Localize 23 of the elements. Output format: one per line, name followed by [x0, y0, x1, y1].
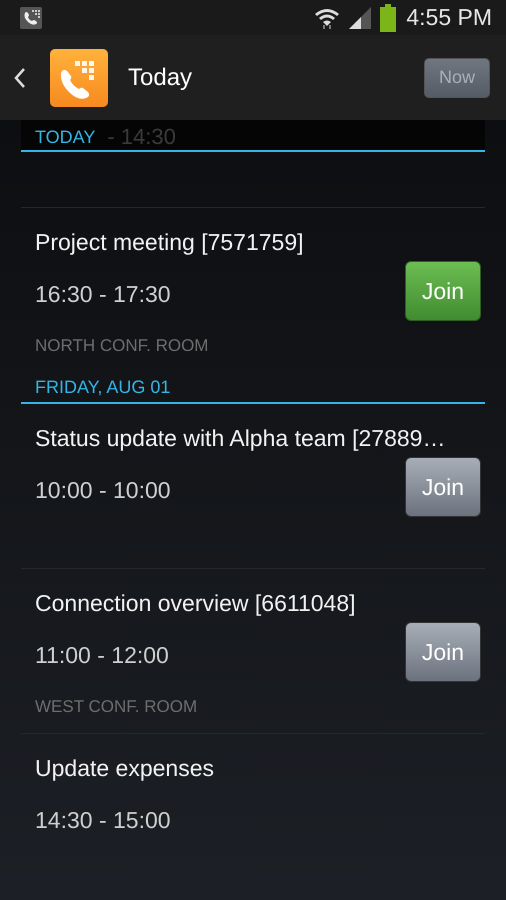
meeting-item[interactable]: Project meeting [7571759] 16:30 - 17:30 Join NORTH CONF. ROOM: [21, 208, 485, 372]
meeting-item[interactable]: Status update with Alpha team [27889… 10:00 - 10:00 Join: [21, 404, 485, 568]
app-logo-icon: [50, 48, 108, 106]
meeting-item[interactable]: Update expenses 14:30 - 15:00: [21, 733, 485, 898]
meeting-time: 11:00 - 12:00: [35, 641, 169, 670]
section-title: FRIDAY, AUG 01: [35, 376, 170, 398]
meeting-time: 10:00 - 10:00: [35, 476, 171, 505]
meeting-title: Connection overview [6611048]: [35, 589, 357, 618]
signal-icon: [348, 6, 372, 30]
clock-time: 4:55 PM: [406, 4, 492, 31]
meeting-location: WEST CONF. ROOM: [35, 696, 198, 718]
meeting-item[interactable]: Connection overview [6611048] 11:00 - 12:00 Join WEST CONF. ROOM: [21, 568, 485, 733]
meeting-location: NORTH CONF. ROOM: [35, 335, 208, 357]
meeting-title: Project meeting [7571759]: [35, 228, 305, 257]
battery-icon: [380, 4, 396, 32]
back-icon[interactable]: [14, 66, 26, 88]
meeting-title: Update expenses: [35, 754, 216, 783]
meeting-time: 14:30 - 15:00: [35, 806, 171, 835]
section-title: TODAY: [35, 126, 96, 148]
screen-title: Today: [128, 64, 194, 92]
meeting-title: Status update with Alpha team [27889…: [35, 424, 446, 453]
phone-notification-icon: [20, 6, 42, 28]
meeting-time: 16:30 - 17:30: [35, 280, 171, 309]
